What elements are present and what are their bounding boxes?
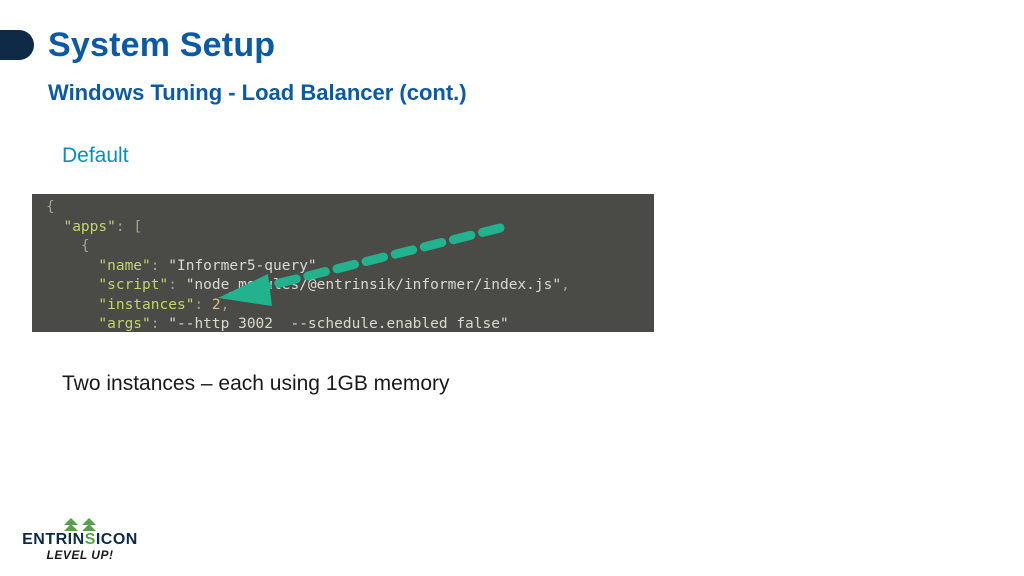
page-title: System Setup xyxy=(48,26,275,65)
brand-logo: ENTRINSICON LEVEL UP! xyxy=(20,518,140,564)
code-obj-open: { xyxy=(46,238,90,254)
code-key-name: "name" xyxy=(98,258,150,274)
logo-chevrons xyxy=(20,518,140,536)
code-brace-open: { xyxy=(46,199,55,215)
code-block: { "apps": [ { "name": "Informer5-query",… xyxy=(32,194,654,332)
accent-tab xyxy=(0,30,34,60)
code-key-script: "script" xyxy=(98,277,168,293)
code-val-script: "node_modules/@entrinsik/informer/index.… xyxy=(186,277,561,293)
section-label-default: Default xyxy=(62,144,129,168)
code-val-instances: 2 xyxy=(212,297,221,313)
code-val-name: "Informer5-query" xyxy=(168,258,316,274)
caption-text: Two instances – each using 1GB memory xyxy=(62,372,450,396)
code-key-apps: "apps" xyxy=(63,219,115,235)
code-val-args: "--http 3002 --schedule.enabled false" xyxy=(168,316,508,332)
code-punct: : [ xyxy=(116,219,142,235)
logo-subtext: LEVEL UP! xyxy=(20,548,140,564)
code-key-args: "args" xyxy=(98,316,150,332)
page-subtitle: Windows Tuning - Load Balancer (cont.) xyxy=(48,80,467,106)
code-key-instances: "instances" xyxy=(98,297,194,313)
